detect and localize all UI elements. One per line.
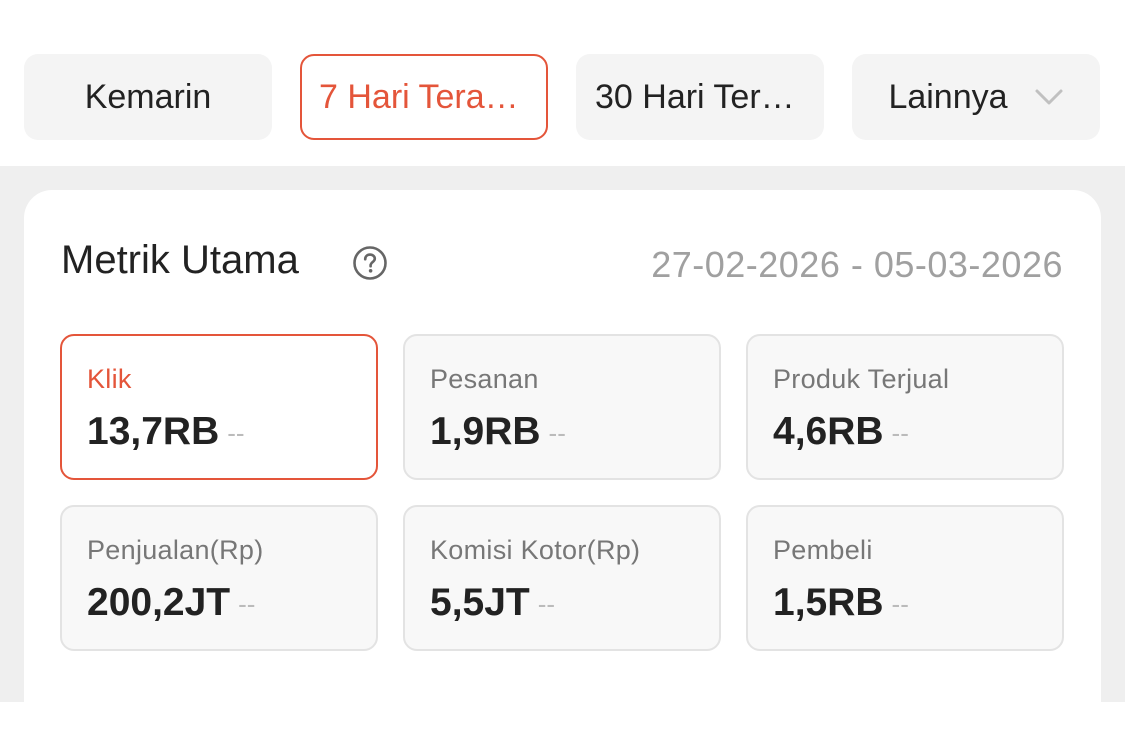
date-filter-bar: Kemarin 7 Hari Terakhir 30 Hari Terakhir… — [0, 0, 1125, 166]
filter-chip-label: 30 Hari Terakhir — [595, 77, 805, 116]
metric-tile-clicks[interactable]: Klik 13,7RB -- — [60, 334, 378, 480]
metric-label: Klik — [87, 364, 132, 394]
main-metrics-card: Metrik Utama 27-02-2026 - 05-03-2026 Kli… — [24, 190, 1101, 730]
metric-change: -- — [227, 418, 245, 448]
metric-label: Produk Terjual — [773, 364, 950, 394]
metric-label: Penjualan(Rp) — [87, 535, 264, 565]
question-circle-icon[interactable] — [352, 245, 388, 281]
metric-change: -- — [548, 418, 566, 448]
card-title: Metrik Utama — [61, 238, 299, 282]
metric-label: Pembeli — [773, 535, 873, 565]
metric-label: Komisi Kotor(Rp) — [430, 535, 641, 565]
metric-value-row: 13,7RB -- — [87, 410, 245, 454]
metric-value-row: 200,2JT -- — [87, 581, 255, 625]
metric-value-row: 1,9RB -- — [430, 410, 566, 454]
metric-value: 5,5JT — [430, 581, 530, 624]
metric-value-row: 1,5RB -- — [773, 581, 909, 625]
filter-chip-more-dropdown[interactable]: Lainnya — [852, 54, 1100, 140]
metric-value: 4,6RB — [773, 410, 884, 453]
filter-chip-last-7-days[interactable]: 7 Hari Terakhir — [300, 54, 548, 140]
metric-tile-products-sold[interactable]: Produk Terjual 4,6RB -- — [746, 334, 1064, 480]
filter-chip-last-30-days[interactable]: 30 Hari Terakhir — [576, 54, 824, 140]
metric-value-row: 4,6RB -- — [773, 410, 909, 454]
metric-value-row: 5,5JT -- — [430, 581, 555, 625]
date-range-label: 27-02-2026 - 05-03-2026 — [651, 244, 1063, 285]
metric-value: 13,7RB — [87, 410, 220, 453]
filter-chip-label: Lainnya — [888, 77, 1008, 116]
filter-chip-label: 7 Hari Terakhir — [319, 77, 529, 116]
metric-value: 1,9RB — [430, 410, 541, 453]
metric-tile-gross-commission[interactable]: Komisi Kotor(Rp) 5,5JT -- — [403, 505, 721, 651]
metric-change: -- — [537, 589, 556, 619]
metric-label: Pesanan — [430, 364, 539, 394]
metric-value: 200,2JT — [87, 581, 231, 624]
metric-value: 1,5RB — [773, 581, 884, 624]
filter-chip-yesterday[interactable]: Kemarin — [24, 54, 272, 140]
metric-change: -- — [238, 589, 256, 619]
metric-change: -- — [891, 589, 909, 619]
filter-chip-label: Kemarin — [84, 77, 212, 116]
metric-tile-orders[interactable]: Pesanan 1,9RB -- — [403, 334, 721, 480]
metric-tile-sales[interactable]: Penjualan(Rp) 200,2JT -- — [60, 505, 378, 651]
metric-change: -- — [891, 418, 909, 448]
chevron-down-icon — [1035, 89, 1063, 105]
metric-tile-buyers[interactable]: Pembeli 1,5RB -- — [746, 505, 1064, 651]
